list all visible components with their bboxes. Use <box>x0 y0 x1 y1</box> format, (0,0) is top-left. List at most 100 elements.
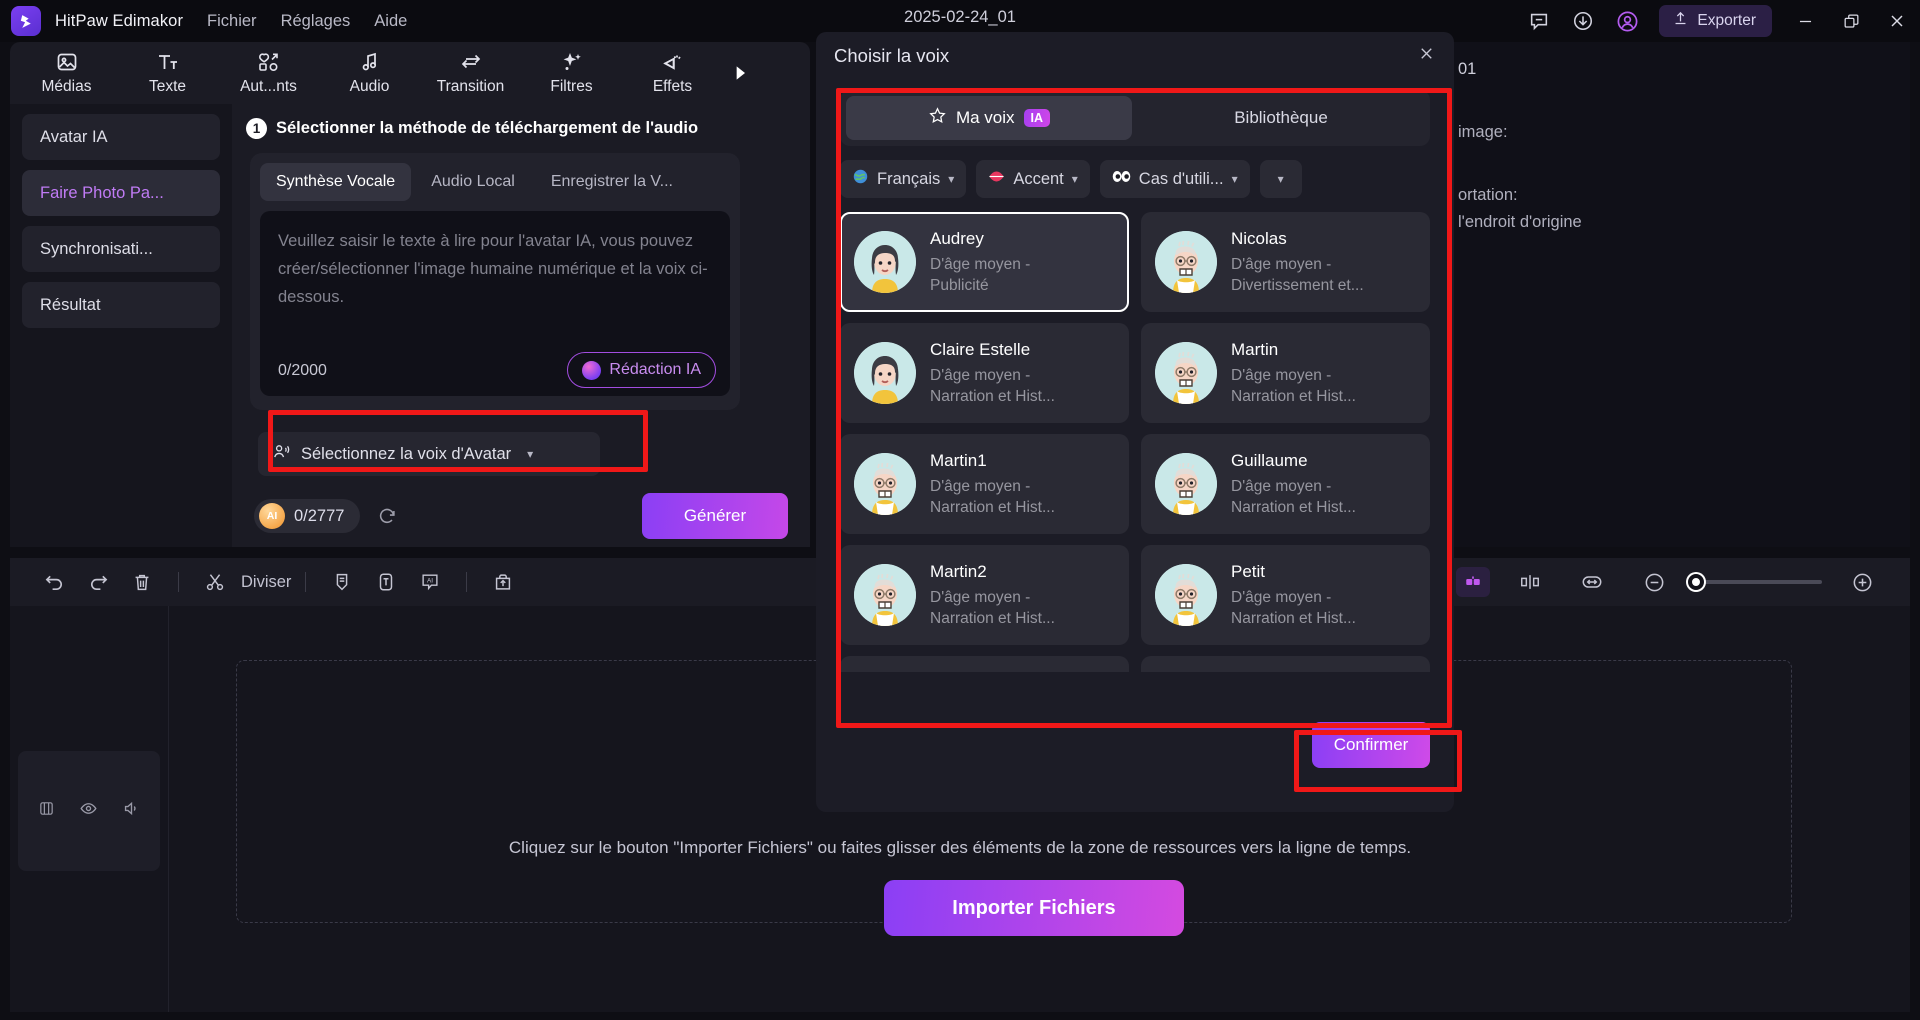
voice-card-chicadi[interactable]: Chicadi <box>1141 656 1430 672</box>
close-button[interactable] <box>1874 0 1920 42</box>
voice-card-claire-estelle[interactable]: Claire Estelle D'âge moyen - Narration e… <box>840 323 1129 423</box>
filter-use-case[interactable]: Cas d'utili... ▾ <box>1099 160 1250 198</box>
download-icon[interactable] <box>1561 0 1605 42</box>
export-button[interactable]: Exporter <box>1659 5 1772 37</box>
tab-label: Transition <box>436 78 505 95</box>
voice-desc: D'âge moyen - Narration et Hist... <box>1231 365 1356 407</box>
zoom-out-button[interactable] <box>1632 560 1676 604</box>
filter-language[interactable]: Français ▾ <box>840 160 967 198</box>
voice-desc: D'âge moyen - Divertissement et... <box>1231 254 1364 296</box>
voice-desc-line1: D'âge moyen - <box>930 366 1031 384</box>
redo-icon[interactable] <box>76 560 120 604</box>
tab-label: Filtres <box>550 78 593 95</box>
app-window: HitPaw Edimakor Fichier Réglages Aide 20… <box>0 0 1920 1020</box>
voice-desc: D'âge moyen - Narration et Hist... <box>1231 587 1356 629</box>
generate-button[interactable]: Générer <box>642 493 788 539</box>
sidebar-item-faire-photo-parler[interactable]: Faire Photo Pa... <box>22 170 220 216</box>
toolbar-separator <box>305 572 307 592</box>
voice-desc-line1: D'âge moyen - <box>1231 255 1332 273</box>
menu-fichier[interactable]: Fichier <box>207 12 257 31</box>
volume-icon[interactable] <box>122 799 141 823</box>
segment-ma-voix[interactable]: Ma voix IA <box>846 96 1132 140</box>
sidebar-item-resultat[interactable]: Résultat <box>22 282 220 328</box>
tab-texte[interactable]: Texte <box>117 42 218 104</box>
voice-desc-line1: D'âge moyen - <box>930 255 1031 273</box>
voice-card-nicolas[interactable]: Nicolas D'âge moyen - Divertissement et.… <box>1141 212 1430 312</box>
frame-icon[interactable] <box>38 800 55 822</box>
delete-icon[interactable] <box>120 560 164 604</box>
voice-desc-line2: Narration et Hist... <box>930 498 1055 516</box>
voice-desc: D'âge moyen - Publicité <box>930 254 1030 296</box>
voice-info: Audrey D'âge moyen - Publicité <box>930 229 1030 296</box>
voice-card-petit[interactable]: Petit D'âge moyen - Narration et Hist... <box>1141 545 1430 645</box>
ai-icon[interactable]: AI <box>408 560 452 604</box>
account-icon[interactable] <box>1605 0 1649 42</box>
voice-card-martin1[interactable]: Martin1 D'âge moyen - Narration et Hist.… <box>840 434 1129 534</box>
tab-medias[interactable]: Médias <box>16 42 117 104</box>
tab-effets[interactable]: Effets <box>622 42 723 104</box>
close-icon[interactable] <box>1417 44 1436 68</box>
sidebar-item-synchronisation[interactable]: Synchronisati... <box>22 226 220 272</box>
voice-card-guillaume[interactable]: Guillaume D'âge moyen - Narration et His… <box>1141 434 1430 534</box>
zoom-slider-handle[interactable] <box>1688 574 1704 590</box>
tab-audio[interactable]: Audio <box>319 42 420 104</box>
filter-more-button[interactable]: ▾ <box>1259 160 1302 198</box>
split-label[interactable]: Diviser <box>241 573 291 592</box>
voice-card-martin2[interactable]: Martin2 D'âge moyen - Narration et Hist.… <box>840 545 1129 645</box>
refresh-icon[interactable] <box>376 505 398 527</box>
filter-accent[interactable]: Accent ▾ <box>976 160 1090 198</box>
voice-filters: Français ▾ Accent ▾ Cas d'utili... ▾ ▾ <box>840 160 1430 198</box>
app-logo-icon <box>11 6 41 36</box>
tab-audio-local[interactable]: Audio Local <box>415 163 531 201</box>
voice-desc-line2: Divertissement et... <box>1231 276 1364 294</box>
voice-card-audrey[interactable]: Audrey D'âge moyen - Publicité <box>840 212 1129 312</box>
tab-enregistrer-voix[interactable]: Enregistrer la V... <box>535 163 689 201</box>
chevron-down-icon: ▾ <box>1231 172 1238 186</box>
tab-elements[interactable]: Aut...nts <box>218 42 319 104</box>
tab-filtres[interactable]: Filtres <box>521 42 622 104</box>
zoom-slider[interactable] <box>1688 574 1822 590</box>
avatar <box>854 342 916 404</box>
transition-icon <box>459 50 483 74</box>
avatar <box>854 453 916 515</box>
import-files-button[interactable]: Importer Fichiers <box>884 880 1184 936</box>
chevron-down-icon: ▾ <box>527 447 534 461</box>
tab-transition[interactable]: Transition <box>420 42 521 104</box>
chevron-right-icon[interactable] <box>723 63 757 83</box>
token-balance[interactable]: AI 0/2777 <box>254 499 361 533</box>
crop-icon[interactable] <box>1508 560 1552 604</box>
maximize-button[interactable] <box>1828 0 1874 42</box>
feedback-icon[interactable] <box>1517 0 1561 42</box>
eyes-icon <box>1112 169 1131 189</box>
menu-aide[interactable]: Aide <box>374 12 407 31</box>
voice-grid[interactable]: Audrey D'âge moyen - Publicité Nicolas D… <box>840 212 1430 672</box>
avatar-voice-select[interactable]: Sélectionnez la voix d'Avatar ▾ <box>258 432 600 476</box>
avatar <box>1155 231 1217 293</box>
voice-name: Claire Estelle <box>930 339 1031 359</box>
split-icon[interactable] <box>193 560 237 604</box>
voice-card-martin[interactable]: Martin D'âge moyen - Narration et Hist..… <box>1141 323 1430 423</box>
undo-icon[interactable] <box>32 560 76 604</box>
tab-synthese-vocale[interactable]: Synthèse Vocale <box>260 163 412 201</box>
menu-reglages[interactable]: Réglages <box>281 12 351 31</box>
sticker-icon[interactable] <box>1456 567 1490 597</box>
fit-icon[interactable] <box>1570 560 1614 604</box>
voice-desc-line2: Publicité <box>930 276 989 294</box>
marker-icon[interactable] <box>320 560 364 604</box>
eye-icon[interactable] <box>79 799 98 823</box>
voice-desc-line2: Narration et Hist... <box>1231 387 1356 405</box>
zoom-in-button[interactable] <box>1840 560 1884 604</box>
lips-icon <box>988 169 1005 189</box>
segment-bibliotheque[interactable]: Bibliothèque <box>1138 96 1424 140</box>
export-clip-icon[interactable] <box>481 560 525 604</box>
sidebar-item-avatar-ia[interactable]: Avatar IA <box>22 114 220 160</box>
ai-redaction-button[interactable]: Rédaction IA <box>567 352 716 388</box>
svg-text:AI: AI <box>427 577 433 584</box>
minimize-button[interactable] <box>1782 0 1828 42</box>
voice-card-jean-petit[interactable]: Jean Petit <box>840 656 1129 672</box>
script-textarea[interactable]: Veuillez saisir le texte à lire pour l'a… <box>260 211 730 396</box>
confirm-button[interactable]: Confirmer <box>1312 722 1430 768</box>
avatar <box>854 564 916 626</box>
voice-desc-line1: D'âge moyen - <box>1231 588 1332 606</box>
text-icon[interactable] <box>364 560 408 604</box>
